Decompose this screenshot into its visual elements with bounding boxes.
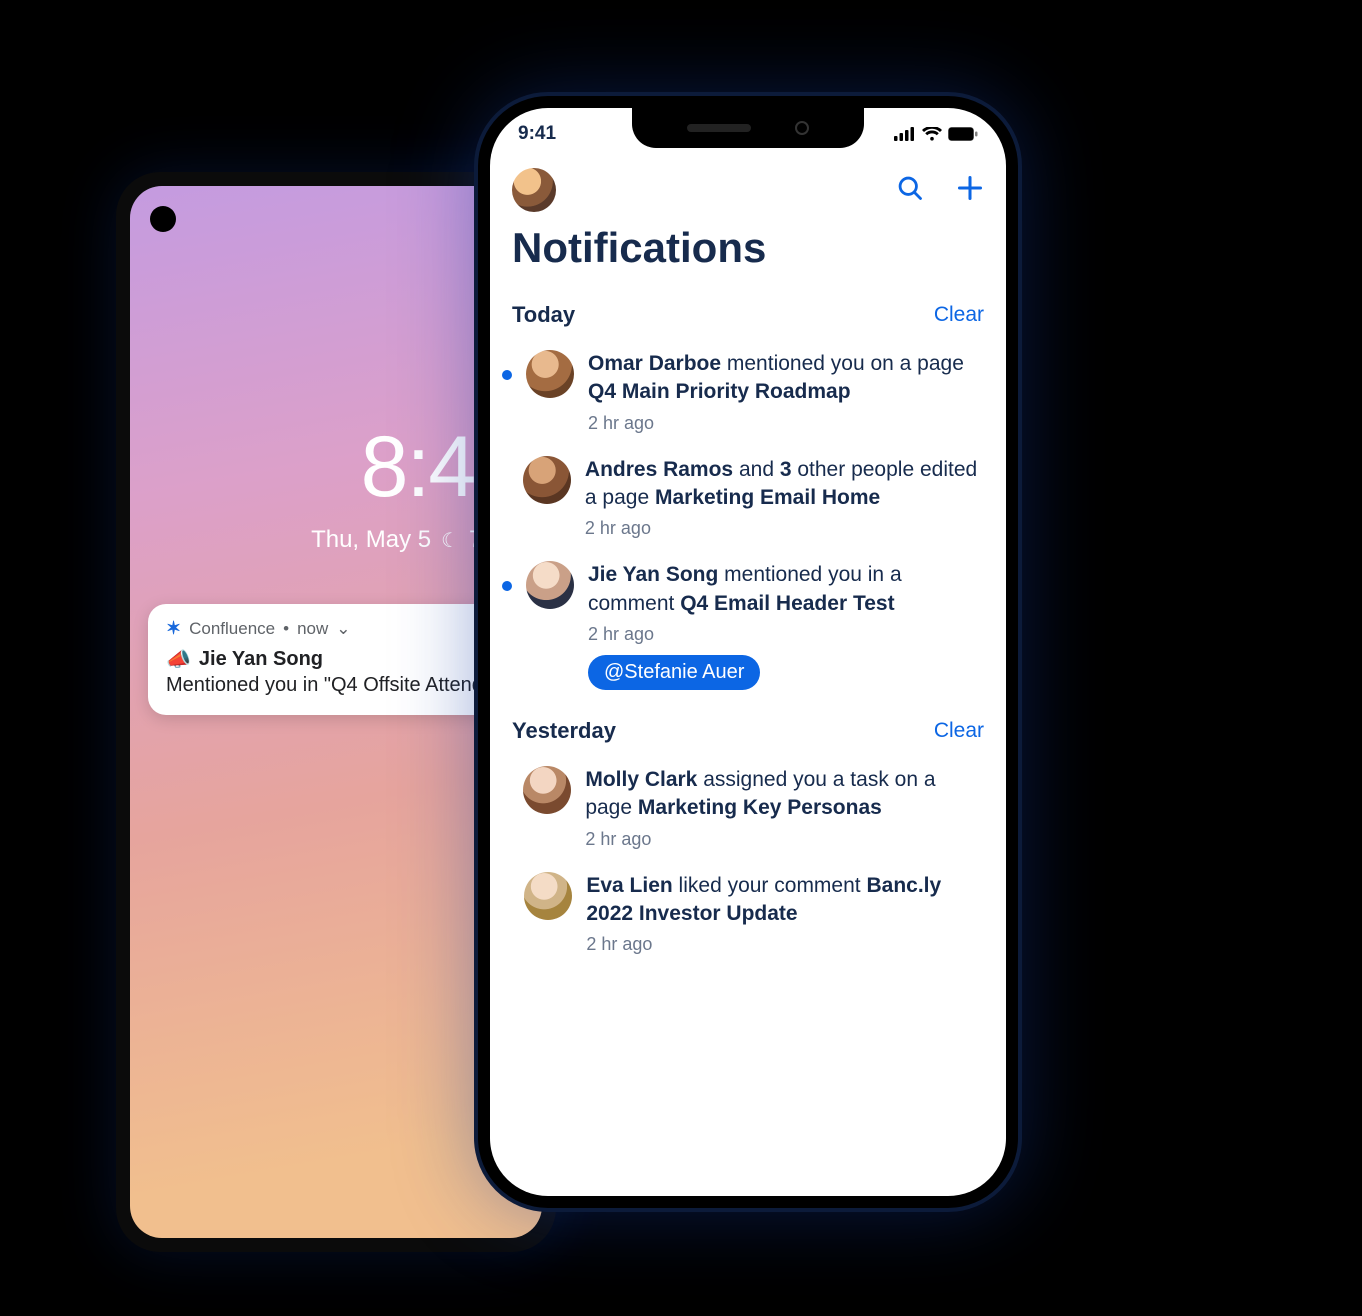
notification-item[interactable]: Molly Clark assigned you a task on a pag… — [490, 752, 1006, 858]
section-title-today: Today — [512, 302, 575, 328]
mention-pill[interactable]: @Stefanie Auer — [588, 655, 760, 690]
app-header — [490, 160, 1006, 212]
iphone-screen: 9:41 — [490, 108, 1006, 1196]
wifi-icon — [922, 127, 942, 141]
iphone-frame: 9:41 — [474, 92, 1022, 1212]
clear-yesterday-button[interactable]: Clear — [934, 719, 984, 743]
front-camera-icon — [795, 121, 809, 135]
lockscreen-date: Thu, May 5 — [311, 526, 431, 554]
unread-dot-icon — [502, 581, 512, 591]
megaphone-icon: 📣 — [166, 647, 191, 672]
notification-time: 2 hr ago — [585, 829, 984, 850]
status-time: 9:41 — [518, 123, 556, 145]
notification-text: Andres Ramos and 3 other people edited a… — [585, 456, 984, 513]
section-header-yesterday: Yesterday Clear — [490, 698, 1006, 752]
moon-icon: ☾ — [441, 528, 459, 553]
notification-time: 2 hr ago — [585, 518, 984, 539]
push-header: ✶ Confluence • now ⌄ — [166, 618, 524, 639]
section-title-yesterday: Yesterday — [512, 718, 616, 744]
clear-today-button[interactable]: Clear — [934, 303, 984, 327]
avatar — [526, 561, 574, 609]
push-message: Mentioned you in "Q4 Offsite Attende — [166, 674, 524, 697]
notification-text: Eva Lien liked your comment Banc.ly 2022… — [586, 872, 984, 929]
page-title: Notifications — [490, 212, 1006, 282]
notification-text: Molly Clark assigned you a task on a pag… — [585, 766, 984, 823]
create-icon[interactable] — [956, 174, 984, 207]
avatar — [526, 350, 574, 398]
push-app-name: Confluence — [189, 619, 275, 639]
section-header-today: Today Clear — [490, 282, 1006, 336]
notification-item[interactable]: Jie Yan Song mentioned you in a comment … — [490, 547, 1006, 698]
notification-item[interactable]: Omar Darboe mentioned you on a page Q4 M… — [490, 336, 1006, 442]
notification-item[interactable]: Andres Ramos and 3 other people edited a… — [490, 442, 1006, 548]
avatar — [524, 872, 572, 920]
search-icon[interactable] — [896, 174, 924, 207]
push-sender-name: Jie Yan Song — [199, 648, 323, 671]
avatar — [523, 766, 571, 814]
push-when: now — [297, 619, 328, 639]
speaker-grille — [687, 124, 751, 132]
notification-time: 2 hr ago — [588, 624, 984, 645]
notification-time: 2 hr ago — [586, 934, 984, 955]
notification-time: 2 hr ago — [588, 413, 984, 434]
confluence-icon: ✶ — [166, 618, 181, 639]
battery-icon — [948, 127, 978, 141]
cellular-signal-icon — [894, 127, 916, 141]
avatar — [523, 456, 571, 504]
chevron-down-icon: ⌄ — [336, 619, 350, 639]
notification-item[interactable]: Eva Lien liked your comment Banc.ly 2022… — [490, 858, 1006, 964]
profile-avatar[interactable] — [512, 168, 556, 212]
front-camera-hole — [150, 206, 176, 232]
iphone-notch — [632, 108, 864, 148]
notification-text: Jie Yan Song mentioned you in a comment … — [588, 561, 984, 618]
push-separator: • — [283, 619, 289, 639]
notification-text: Omar Darboe mentioned you on a page Q4 M… — [588, 350, 984, 407]
unread-dot-icon — [502, 370, 512, 380]
